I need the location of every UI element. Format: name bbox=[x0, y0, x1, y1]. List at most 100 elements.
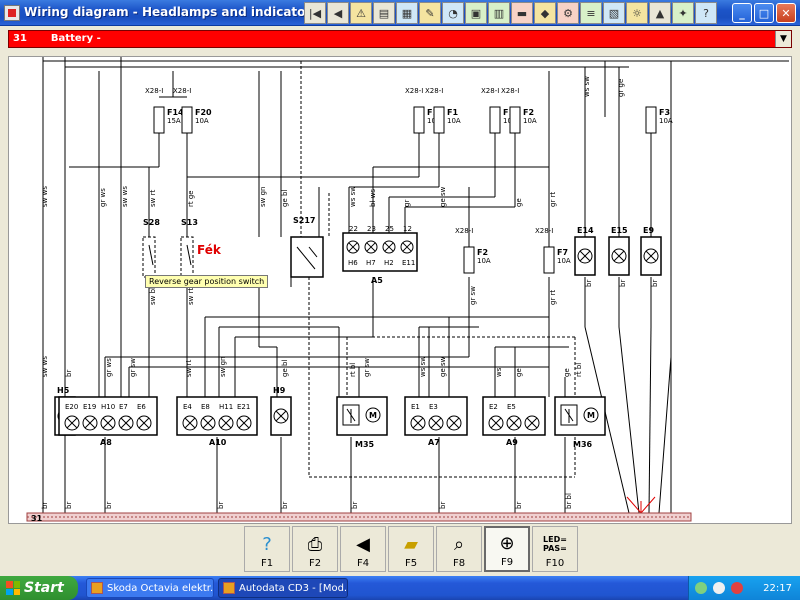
start-button[interactable]: Start bbox=[0, 576, 78, 600]
network-icon[interactable] bbox=[695, 582, 707, 594]
image-icon[interactable]: ▣ bbox=[465, 2, 487, 24]
minimize-button[interactable]: _ bbox=[732, 3, 752, 23]
settings-icon[interactable]: ✦ bbox=[672, 2, 694, 24]
fuse-mid-0[interactable]: X28-I F210A bbox=[455, 227, 491, 274]
document-icon[interactable]: ▤ bbox=[373, 2, 395, 24]
prev-icon[interactable]: ◀ bbox=[327, 2, 349, 24]
lamp-pin-label: E20 bbox=[65, 403, 78, 411]
help-icon[interactable]: ? bbox=[695, 2, 717, 24]
first-icon[interactable]: |◀ bbox=[304, 2, 326, 24]
fkey-label: F10 bbox=[545, 558, 565, 569]
tools-icon[interactable]: ✎ bbox=[419, 2, 441, 24]
fuse-mid-1[interactable]: X28-I F710A bbox=[535, 227, 571, 274]
fuse-connector: X28-I bbox=[145, 87, 163, 95]
lamp-mid-1[interactable]: E15 bbox=[608, 226, 630, 276]
fkey-f4[interactable]: ◀ F4 bbox=[340, 526, 386, 572]
fuse-name: F2 bbox=[477, 248, 488, 257]
fuse-connector: X28-I bbox=[455, 227, 473, 235]
svg-text:br: br bbox=[105, 502, 113, 509]
lamp-label: H9 bbox=[273, 386, 286, 395]
system-tray: 22:17 bbox=[688, 576, 800, 600]
svg-text:ws: ws bbox=[495, 367, 503, 377]
svg-text:br: br bbox=[515, 502, 523, 509]
lamp-pin-label: E7 bbox=[119, 403, 128, 411]
chevron-down-icon[interactable]: ▼ bbox=[775, 31, 791, 47]
module-label: A5 bbox=[371, 276, 383, 285]
lamp-mid-2[interactable]: E9 bbox=[640, 226, 662, 276]
switch-label: S28 bbox=[143, 218, 160, 227]
circuit-select[interactable]: 31 Battery - ▼ bbox=[8, 30, 792, 48]
fuse-rating: 10A bbox=[195, 117, 209, 125]
grid-icon[interactable]: ▥ bbox=[488, 2, 510, 24]
lamp-h9[interactable]: H9 bbox=[270, 386, 292, 436]
signal-icon[interactable]: ≡ bbox=[580, 2, 602, 24]
pin-number: 23 bbox=[367, 225, 376, 233]
fkey-f1[interactable]: ? F1 bbox=[244, 526, 290, 572]
window-controls: _ □ ✕ bbox=[732, 3, 796, 23]
lamp-icon[interactable]: ☼ bbox=[626, 2, 648, 24]
battery-icon[interactable]: ▬ bbox=[511, 2, 533, 24]
fuse-name: F1 bbox=[447, 108, 458, 117]
svg-text:sw ws: sw ws bbox=[41, 186, 49, 207]
module-a5[interactable]: H6 22 H7 23 H2 25 E11 12 A5 bbox=[342, 225, 418, 285]
warning-icon[interactable]: ⚠ bbox=[350, 2, 372, 24]
fkey-label: F1 bbox=[260, 558, 274, 569]
fuse-rating: 10A bbox=[659, 117, 673, 125]
chart-icon[interactable]: ▧ bbox=[603, 2, 625, 24]
svg-text:sw rt: sw rt bbox=[187, 288, 195, 305]
svg-text:gr rt: gr rt bbox=[549, 192, 557, 207]
fuse-rating: 10A bbox=[523, 117, 537, 125]
wiring-diagram[interactable]: X28-IF1415AX28-IF2010AX28-IF1110AX28-IF1… bbox=[8, 56, 792, 524]
fuse-name: F7 bbox=[557, 248, 568, 257]
title-bar: Wiring diagram - Headlamps and indicator… bbox=[0, 0, 800, 26]
svg-text:sw gn: sw gn bbox=[219, 357, 227, 377]
map-icon[interactable]: ▦ bbox=[396, 2, 418, 24]
fuse-connector: X28-I bbox=[501, 87, 519, 95]
module-a7[interactable]: E1 E3 A7 bbox=[404, 396, 468, 447]
gauge-icon[interactable]: ◔ bbox=[442, 2, 464, 24]
lamp-pin-label: E11 bbox=[402, 259, 415, 267]
rocket-icon[interactable]: ▲ bbox=[649, 2, 671, 24]
switch-s217[interactable]: S217 bbox=[290, 216, 324, 278]
fuse-connector: X28-I bbox=[405, 87, 423, 95]
svg-text:gr ws: gr ws bbox=[99, 188, 107, 207]
lamp-mid-0[interactable]: E14 bbox=[574, 226, 596, 276]
fuse-rating: 10A bbox=[447, 117, 461, 125]
fkey-f5[interactable]: ▰ F5 bbox=[388, 526, 434, 572]
close-button[interactable]: ✕ bbox=[776, 3, 796, 23]
fkey-f8[interactable]: ⌕ F8 bbox=[436, 526, 482, 572]
svg-text:br: br bbox=[65, 370, 73, 377]
svg-text:ge: ge bbox=[563, 368, 571, 377]
module-a10[interactable]: E4 E8 H11 E21 A10 bbox=[176, 396, 258, 447]
car-icon[interactable]: ◆ bbox=[534, 2, 556, 24]
fkey-label: F2 bbox=[308, 558, 322, 569]
lamp-pin-label: H6 bbox=[348, 259, 358, 267]
motor-m35[interactable]: M M35 bbox=[336, 396, 388, 449]
fkey-label: F4 bbox=[356, 558, 370, 569]
lamp-label: E15 bbox=[611, 226, 628, 235]
fuse-rating: 15A bbox=[167, 117, 181, 125]
taskbar-item-skoda[interactable]: Skoda Octavia elektr... bbox=[86, 578, 214, 598]
fkey-f2[interactable]: ⎙ F2 bbox=[292, 526, 338, 572]
switch-1[interactable]: S13 bbox=[180, 218, 198, 278]
svg-text:ws sw: ws sw bbox=[583, 76, 591, 97]
module-a9[interactable]: E2 E5 A9 bbox=[482, 396, 546, 447]
svg-text:br: br bbox=[439, 502, 447, 509]
module-label: A9 bbox=[506, 438, 518, 447]
fuse-6[interactable]: F310A bbox=[645, 106, 673, 134]
skype-icon[interactable] bbox=[713, 582, 725, 594]
fkey-f9[interactable]: ⊕ F9 bbox=[484, 526, 530, 572]
maximize-button[interactable]: □ bbox=[754, 3, 774, 23]
taskbar-item-label: Autodata CD3 - [Mod... bbox=[239, 582, 348, 594]
taskbar-item-autodata[interactable]: Autodata CD3 - [Mod... bbox=[218, 578, 348, 598]
switch-0[interactable]: S28 bbox=[142, 218, 160, 278]
module-label: A10 bbox=[209, 438, 227, 447]
engine-icon[interactable]: ⚙ bbox=[557, 2, 579, 24]
motor-m36[interactable]: M M36 bbox=[554, 396, 606, 449]
svg-text:gr rt: gr rt bbox=[549, 290, 557, 305]
fkey-f10[interactable]: LED= PAS= F10 bbox=[532, 526, 578, 572]
antivirus-icon[interactable] bbox=[731, 582, 743, 594]
module-a8[interactable]: E20 E19 H10 E7 E6 A8 bbox=[58, 396, 158, 447]
svg-text:br bl: br bl bbox=[565, 493, 573, 509]
svg-text:ge bl: ge bl bbox=[281, 190, 289, 207]
